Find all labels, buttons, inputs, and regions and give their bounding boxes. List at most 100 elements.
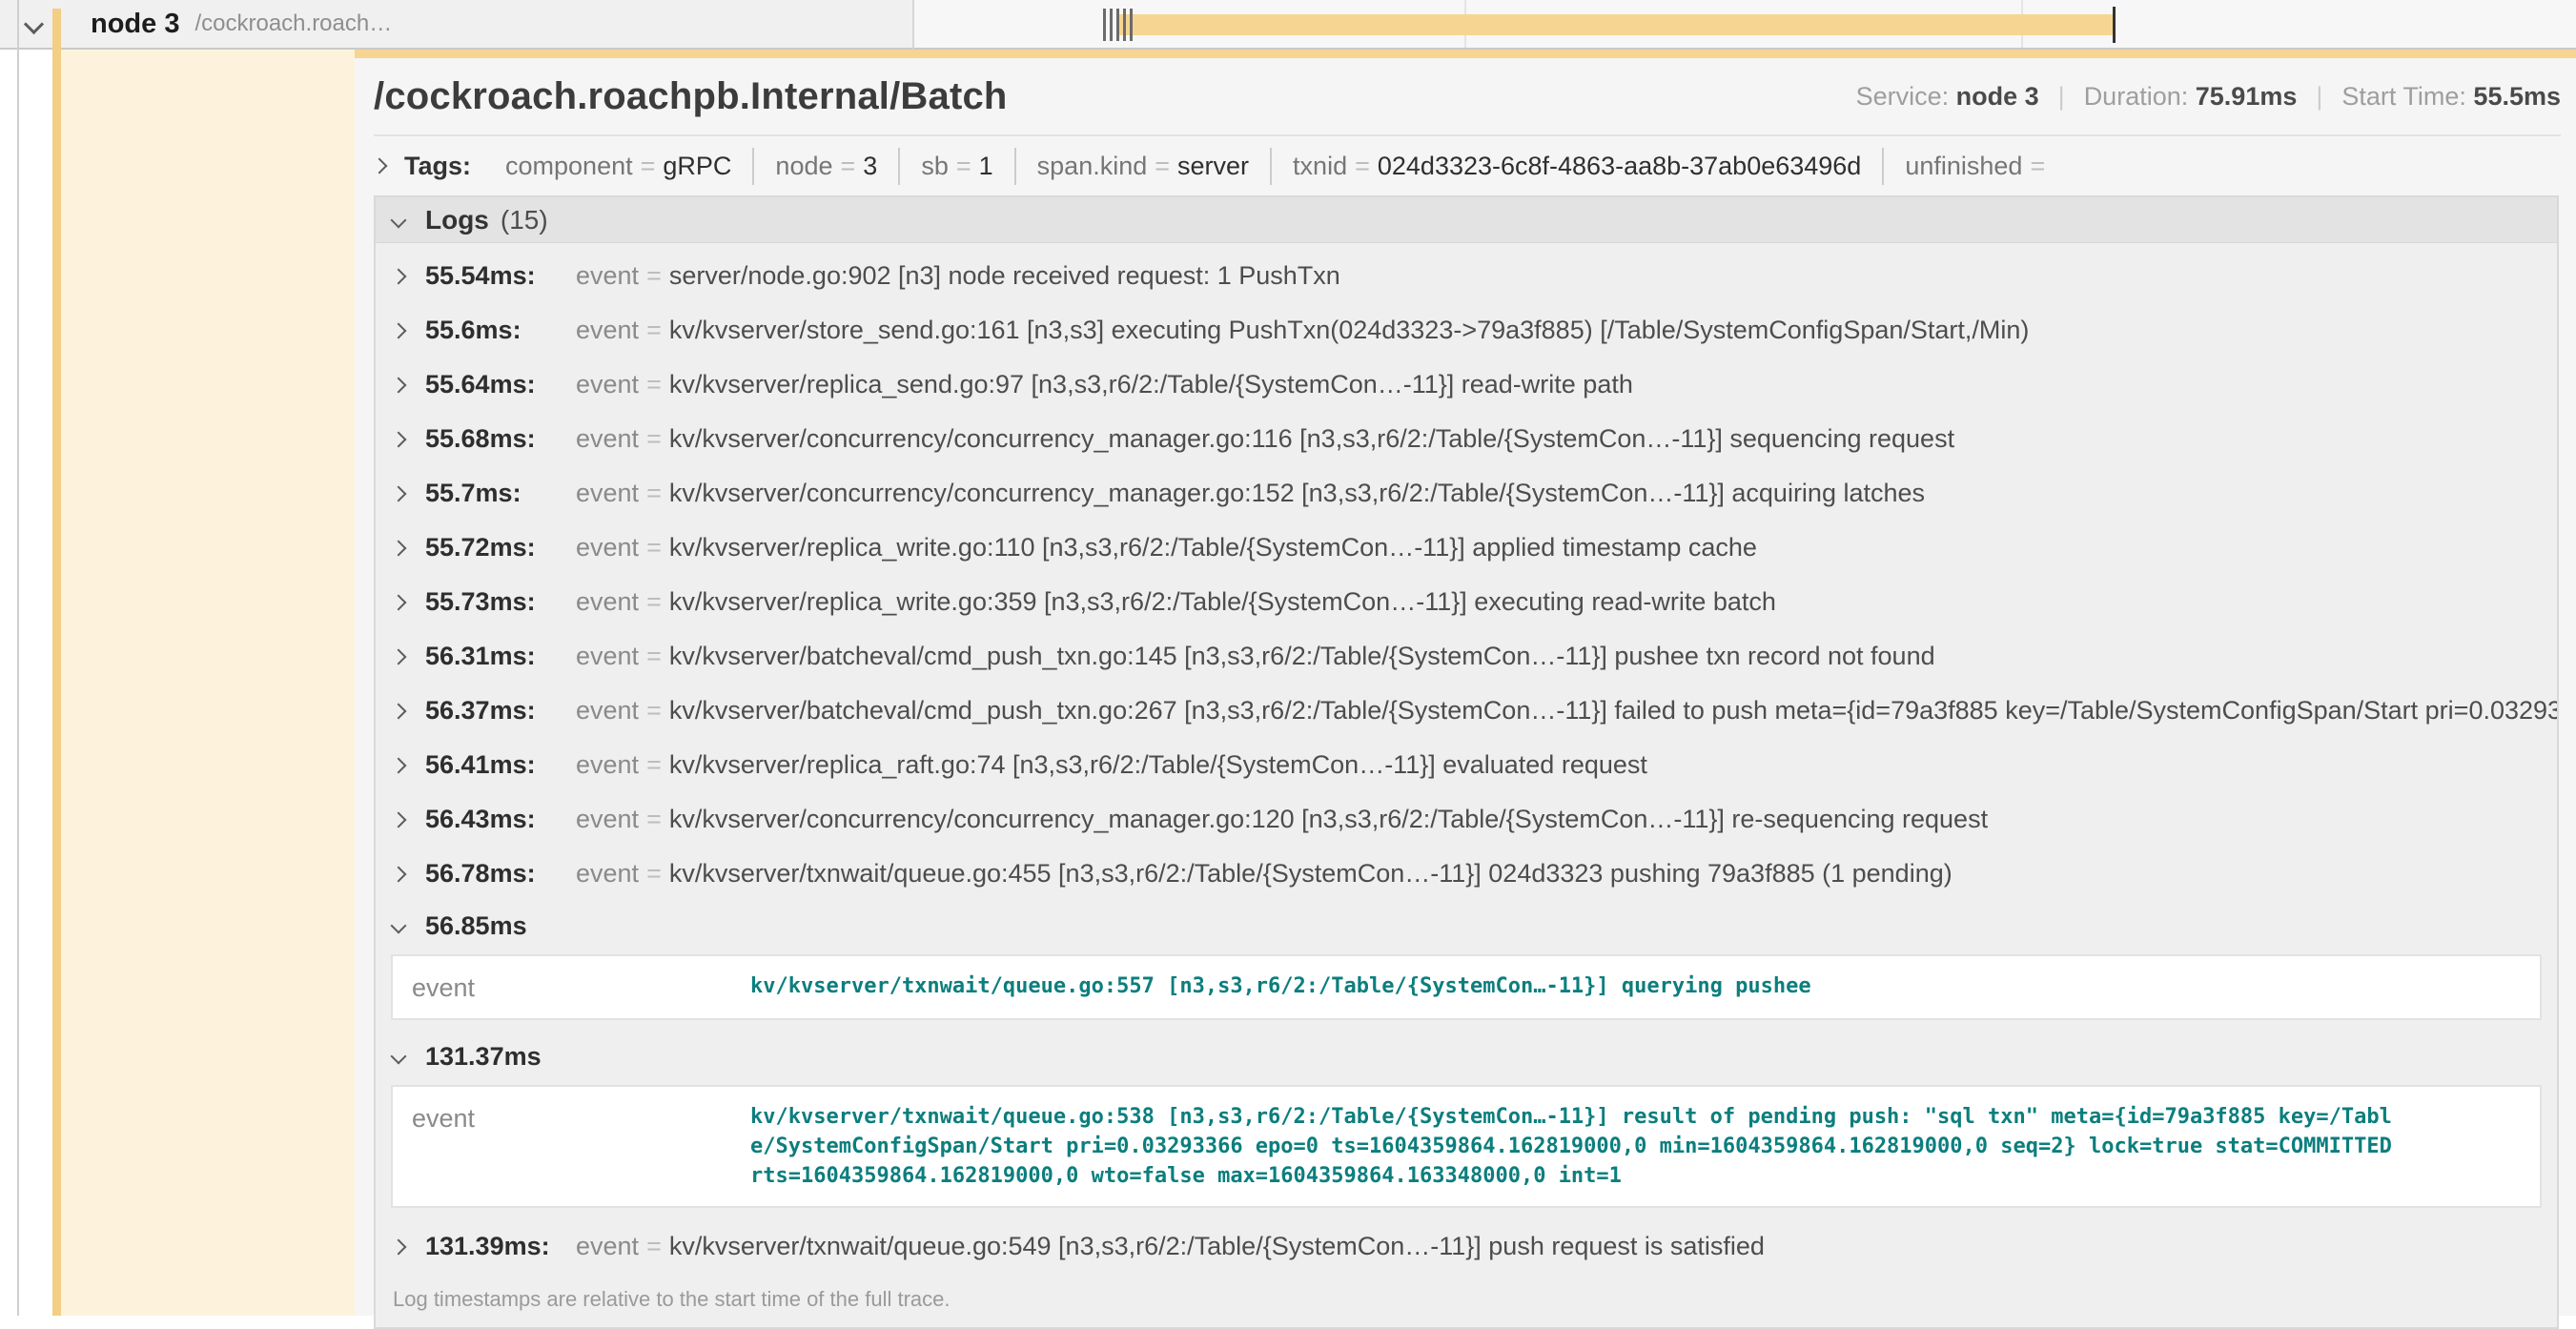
logs-section-toggle[interactable]: Logs (15) [376,197,2557,243]
log-message: kv/kvserver/concurrency/concurrency_mana… [669,805,1988,834]
tag-value: server [1177,152,1249,180]
log-entry[interactable]: 55.54ms: event = server/node.go:902 [n3]… [376,249,2557,303]
expand-log-chevron-icon[interactable] [391,268,407,284]
expand-log-chevron-icon[interactable] [391,540,407,556]
log-entry[interactable]: 56.31ms: event = kv/kvserver/batcheval/c… [376,629,2557,684]
equals-sign: = [1147,152,1177,180]
log-field-name: event [412,1102,750,1191]
log-timestamp: 56.78ms: [425,859,568,889]
tag-item: span.kind=server [1014,148,1270,185]
log-timestamp: 56.41ms: [425,750,568,780]
log-message: kv/kvserver/replica_send.go:97 [n3,s3,r6… [669,370,1633,399]
log-timestamp: 56.85ms [425,911,527,941]
log-field-value: kv/kvserver/txnwait/queue.go:557 [n3,s3,… [750,971,2521,1003]
collapse-logs-chevron-icon[interactable] [391,212,407,228]
expand-log-chevron-icon[interactable] [391,703,407,719]
collapse-log-chevron-icon[interactable] [391,1049,407,1065]
span-meta: Service: node 3|Duration: 75.91ms|Start … [1856,82,2561,112]
log-timestamp: 56.31ms: [425,642,568,671]
tag-key: txnid [1293,152,1347,180]
log-timestamp: 55.64ms: [425,370,568,399]
log-field-value: kv/kvserver/txnwait/queue.go:538 [n3,s3,… [750,1102,2521,1191]
log-entry[interactable]: 55.72ms: event = kv/kvserver/replica_wri… [376,521,2557,575]
log-entry[interactable]: 56.78ms: event = kv/kvserver/txnwait/que… [376,847,2557,901]
log-entry-expanded-toggle[interactable]: 131.37ms [376,1032,2557,1081]
tag-key: component [505,152,633,180]
log-message: kv/kvserver/concurrency/concurrency_mana… [669,424,1954,454]
log-timestamp: 131.37ms [425,1042,542,1072]
expand-log-chevron-icon[interactable] [391,866,407,882]
expand-log-chevron-icon[interactable] [391,485,407,501]
log-entry[interactable]: 55.64ms: event = kv/kvserver/replica_sen… [376,358,2557,412]
log-message: kv/kvserver/store_send.go:161 [n3,s3] ex… [669,316,2030,345]
tag-item: sb=1 [898,148,1013,185]
selected-span-row-highlight [52,50,355,1316]
equals-sign: = [639,1232,669,1261]
log-entry-expanded-toggle[interactable]: 56.85ms [376,901,2557,951]
log-field-name: event [576,316,639,345]
collapse-span-chevron-icon[interactable] [24,13,44,33]
equals-sign: = [639,316,669,345]
span-duration-bar[interactable] [1117,14,2114,35]
span-name-column[interactable]: node 3 /cockroach.roach… [0,0,912,50]
log-entry[interactable]: 55.6ms: event = kv/kvserver/store_send.g… [376,303,2557,358]
tag-item: txnid=024d3323-6c8f-4863-aa8b-37ab0e6349… [1270,148,1882,185]
logs-accordion: Logs (15) 55.54ms: event = server/node.g… [374,195,2559,1329]
tag-key: node [775,152,832,180]
tag-item: unfinished= [1882,148,2074,185]
equals-sign: = [639,424,669,454]
expand-log-chevron-icon[interactable] [391,1238,407,1255]
expand-log-chevron-icon[interactable] [391,648,407,664]
log-entry[interactable]: 55.73ms: event = kv/kvserver/replica_wri… [376,575,2557,629]
log-message: kv/kvserver/replica_raft.go:74 [n3,s3,r6… [669,750,1647,780]
expand-log-chevron-icon[interactable] [391,757,407,773]
expand-tags-chevron-icon[interactable] [372,158,388,174]
log-message: kv/kvserver/txnwait/queue.go:549 [n3,s3,… [669,1232,1765,1261]
left-rail-line [17,0,19,1316]
equals-sign: = [639,805,669,834]
start-time-label: Start Time: [2341,82,2466,111]
log-field-name: event [576,642,639,671]
logs-footer-note: Log timestamps are relative to the start… [376,1274,2557,1327]
span-row[interactable]: node 3 /cockroach.roach… 75.91ms [0,0,2576,50]
collapse-log-chevron-icon[interactable] [391,918,407,934]
log-entry[interactable]: 55.7ms: event = kv/kvserver/concurrency/… [376,466,2557,521]
tag-key: unfinished [1905,152,2022,180]
span-timeline[interactable]: 75.91ms [912,0,2576,50]
expand-log-chevron-icon[interactable] [391,322,407,338]
span-color-stripe [52,9,61,1316]
log-field-name: event [576,750,639,780]
log-field-name: event [576,479,639,508]
log-detail-card: event kv/kvserver/txnwait/queue.go:557 [… [391,954,2542,1020]
log-entry[interactable]: 56.41ms: event = kv/kvserver/replica_raf… [376,738,2557,792]
tags-section-toggle[interactable]: Tags: component=gRPC node=3 sb=1 span.ki… [374,136,2576,195]
equals-sign: = [639,587,669,617]
log-entry[interactable]: 56.43ms: event = kv/kvserver/concurrency… [376,792,2557,847]
tag-value: gRPC [663,152,731,180]
log-message: kv/kvserver/replica_write.go:110 [n3,s3,… [669,533,1757,562]
span-detail-panel: /cockroach.roachpb.Internal/Batch Servic… [355,50,2576,1316]
log-message: kv/kvserver/txnwait/queue.go:455 [n3,s3,… [669,859,1952,889]
equals-sign: = [2022,152,2053,180]
log-entry[interactable]: 131.39ms: event = kv/kvserver/txnwait/qu… [376,1219,2557,1274]
log-field-name: event [412,971,750,1003]
log-message: kv/kvserver/replica_write.go:359 [n3,s3,… [669,587,1776,617]
equals-sign: = [1347,152,1378,180]
equals-sign: = [639,642,669,671]
log-timestamp: 55.7ms: [425,479,568,508]
separator: | [2316,82,2322,111]
log-field-name: event [576,587,639,617]
span-operation-name: /cockroach.roach… [194,10,392,37]
span-service-name: node 3 [91,9,179,40]
log-entry[interactable]: 55.68ms: event = kv/kvserver/concurrency… [376,412,2557,466]
expand-log-chevron-icon[interactable] [391,431,407,447]
expand-log-chevron-icon[interactable] [391,594,407,610]
log-message: server/node.go:902 [n3] node received re… [669,261,1340,291]
log-field-name: event [576,696,639,726]
log-entry[interactable]: 56.37ms: event = kv/kvserver/batcheval/c… [376,684,2557,738]
log-timestamp: 55.68ms: [425,424,568,454]
equals-sign: = [639,370,669,399]
expand-log-chevron-icon[interactable] [391,377,407,393]
service-value: node 3 [1956,82,2039,111]
expand-log-chevron-icon[interactable] [391,811,407,828]
